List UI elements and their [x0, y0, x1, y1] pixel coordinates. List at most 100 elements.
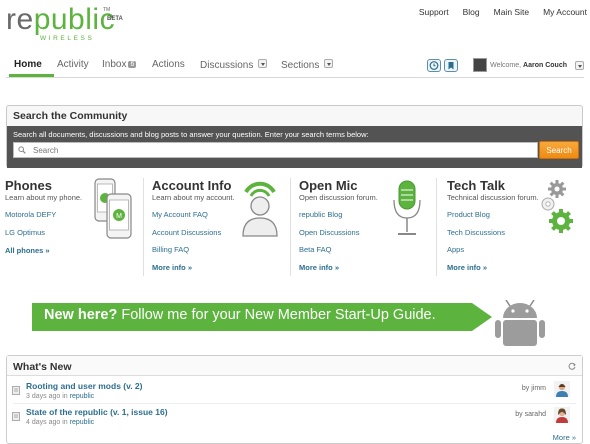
- tab-sections-label: Sections: [281, 60, 320, 71]
- bookmark-icon[interactable]: [444, 58, 459, 72]
- tab-discussions[interactable]: Discussions: [200, 59, 268, 71]
- sections-dropdown-icon[interactable]: [324, 59, 334, 68]
- category-link[interactable]: Beta FAQ: [299, 245, 332, 254]
- search-panel-title: Search the Community: [13, 110, 128, 122]
- category-open-mic: Open Mic Open discussion forum. republic…: [299, 178, 439, 283]
- new-member-banner[interactable]: New here? Follow me for your New Member …: [32, 300, 552, 346]
- whats-new-panel: What's New Rooting and user mods (v. 2) …: [6, 355, 583, 444]
- nav-my-account-link[interactable]: My Account: [543, 7, 587, 17]
- category-subtitle: Technical discussion forum.: [447, 193, 539, 202]
- category-tech-talk: Tech Talk Technical discussion forum. Pr…: [447, 178, 587, 283]
- item-age: 4 days ago: [26, 419, 61, 426]
- category-account-info: Account Info Learn about my account. My …: [152, 178, 292, 283]
- top-navigation: Support Blog Main Site My Account: [419, 7, 587, 17]
- welcome-text: Welcome, Aaron Couch: [490, 62, 567, 69]
- category-divider: [290, 178, 291, 276]
- banner-arrow: [472, 303, 492, 331]
- logo-subtitle: WIRELESS: [40, 35, 95, 42]
- whats-new-title: What's New: [13, 361, 72, 373]
- category-link[interactable]: republic Blog: [299, 210, 342, 219]
- whats-new-item-author[interactable]: by sarahd: [515, 411, 546, 418]
- search-description: Search all documents, discussions and bl…: [13, 130, 369, 139]
- gears-icon: [541, 180, 573, 233]
- banner-text: New here? Follow me for your New Member …: [44, 307, 436, 323]
- main-tabs: Home Activity Inbox 6 Actions Discussions…: [6, 56, 584, 78]
- nav-support-link[interactable]: Support: [419, 7, 449, 17]
- category-title[interactable]: Open Mic: [299, 178, 358, 193]
- category-link[interactable]: Open Discussions: [299, 228, 359, 237]
- inbox-count-badge: 6: [128, 61, 137, 68]
- whats-new-item: Rooting and user mods (v. 2) 3 days ago …: [7, 381, 582, 405]
- tab-activity[interactable]: Activity: [57, 59, 89, 70]
- item-age: 3 days ago: [26, 393, 61, 400]
- category-link[interactable]: LG Optimus: [5, 228, 45, 237]
- account-person-icon: [242, 181, 278, 237]
- whats-new-item-author[interactable]: by jimm: [522, 385, 546, 392]
- category-link[interactable]: My Account FAQ: [152, 210, 208, 219]
- banner-text-bold: New here?: [44, 307, 118, 323]
- logo-trademark: TM: [103, 7, 111, 13]
- category-more-link[interactable]: More info »: [152, 263, 192, 272]
- android-mascot-icon: [495, 300, 545, 346]
- category-phones: Phones Learn about my phone. Motorola DE…: [5, 178, 145, 283]
- search-community-panel: Search the Community Search all document…: [6, 105, 583, 168]
- whats-new-more-link[interactable]: More »: [553, 433, 576, 442]
- item-place-link[interactable]: republic: [70, 419, 95, 426]
- logo-wordmark-re: re: [6, 3, 34, 36]
- item-in-label: in: [62, 419, 68, 426]
- category-more-link[interactable]: More info »: [299, 263, 339, 272]
- history-icon[interactable]: [427, 58, 442, 72]
- whats-new-header: What's New: [7, 356, 582, 376]
- user-name[interactable]: Aaron Couch: [523, 62, 567, 69]
- category-subtitle: Learn about my account.: [152, 193, 235, 202]
- search-icon: [18, 146, 26, 154]
- nav-blog-link[interactable]: Blog: [463, 7, 480, 17]
- tab-discussions-label: Discussions: [200, 60, 254, 71]
- category-title[interactable]: Account Info: [152, 178, 231, 193]
- whats-new-item-title[interactable]: State of the republic (v. 1, issue 16): [26, 407, 168, 417]
- logo-wordmark: republic: [6, 5, 115, 35]
- item-place-link[interactable]: republic: [70, 393, 95, 400]
- phones-icon: M: [94, 178, 132, 239]
- discussions-dropdown-icon[interactable]: [258, 59, 268, 68]
- user-menu-dropdown-icon[interactable]: [575, 60, 584, 70]
- whats-new-item-title[interactable]: Rooting and user mods (v. 2): [26, 381, 143, 391]
- tab-sections[interactable]: Sections: [281, 59, 334, 71]
- category-link[interactable]: Tech Discussions: [447, 228, 505, 237]
- tab-home[interactable]: Home: [14, 59, 42, 70]
- category-subtitle: Learn about my phone.: [5, 193, 83, 202]
- category-more-link[interactable]: All phones »: [5, 246, 50, 255]
- category-divider: [436, 178, 437, 276]
- svg-text:M: M: [116, 213, 122, 220]
- search-button[interactable]: Search: [539, 141, 579, 159]
- nav-main-site-link[interactable]: Main Site: [494, 7, 529, 17]
- author-avatar[interactable]: [554, 407, 570, 423]
- active-tab-indicator: [9, 74, 54, 77]
- user-toolbar: Welcome, Aaron Couch: [427, 56, 584, 74]
- category-divider: [143, 178, 144, 276]
- category-more-link[interactable]: More info »: [447, 263, 487, 272]
- category-link[interactable]: Account Discussions: [152, 228, 221, 237]
- category-title[interactable]: Phones: [5, 178, 52, 193]
- document-icon: [12, 386, 20, 395]
- user-avatar[interactable]: [473, 58, 488, 72]
- row-divider: [13, 403, 576, 404]
- category-link[interactable]: Product Blog: [447, 210, 490, 219]
- whats-new-item-meta: 4 days ago in republic: [26, 419, 94, 426]
- microphone-icon: [393, 180, 421, 235]
- search-input[interactable]: [13, 142, 538, 158]
- logo-beta: BETA: [107, 16, 123, 22]
- item-in-label: in: [62, 393, 68, 400]
- document-icon: [12, 412, 20, 421]
- category-title[interactable]: Tech Talk: [447, 178, 505, 193]
- whats-new-item: State of the republic (v. 1, issue 16) 4…: [7, 407, 582, 431]
- republic-logo[interactable]: republic TM BETA WIRELESS: [6, 5, 136, 45]
- category-link[interactable]: Motorola DEFY: [5, 210, 56, 219]
- category-link[interactable]: Apps: [447, 245, 464, 254]
- author-avatar[interactable]: [554, 381, 570, 397]
- category-link[interactable]: Billing FAQ: [152, 245, 189, 254]
- refresh-icon[interactable]: [568, 362, 576, 370]
- tab-actions[interactable]: Actions: [152, 59, 185, 70]
- category-subtitle: Open discussion forum.: [299, 193, 378, 202]
- tab-inbox[interactable]: Inbox 6: [102, 59, 137, 70]
